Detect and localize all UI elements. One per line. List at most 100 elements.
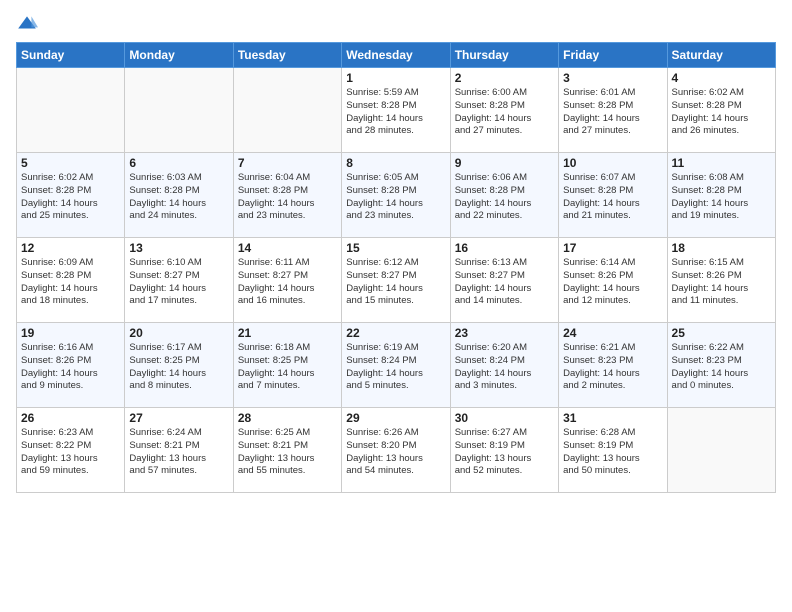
day-info: Sunrise: 6:21 AMSunset: 8:23 PMDaylight:… (563, 342, 662, 393)
week-row: 12 Sunrise: 6:09 AMSunset: 8:28 PMDayligh… (17, 238, 776, 323)
day-info: Sunrise: 6:09 AMSunset: 8:28 PMDaylight:… (21, 257, 120, 308)
day-number: 29 (346, 411, 445, 425)
header-day: Sunday (17, 43, 125, 68)
week-row: 26 Sunrise: 6:23 AMSunset: 8:22 PMDayligh… (17, 408, 776, 493)
header-day: Wednesday (342, 43, 450, 68)
day-info: Sunrise: 6:13 AMSunset: 8:27 PMDaylight:… (455, 257, 554, 308)
day-cell: 20Sunrise: 6:17 AMSunset: 8:25 PMDayligh… (125, 323, 233, 408)
day-number: 26 (21, 411, 120, 425)
day-number: 7 (238, 156, 337, 170)
day-number: 3 (563, 71, 662, 85)
day-number: 19 (21, 326, 120, 340)
day-number: 10 (563, 156, 662, 170)
day-info: Sunrise: 6:02 AMSunset: 8:28 PMDaylight:… (21, 172, 120, 223)
day-cell: 21 Sunrise: 6:18 AMSunset: 8:25 PMDayligh… (233, 323, 341, 408)
day-cell: 14 Sunrise: 6:11 AMSunset: 8:27 PMDayligh… (233, 238, 341, 323)
day-cell: 19 Sunrise: 6:16 AMSunset: 8:26 PMDayligh… (17, 323, 125, 408)
day-number: 22 (346, 326, 445, 340)
week-row: 19 Sunrise: 6:16 AMSunset: 8:26 PMDayligh… (17, 323, 776, 408)
day-cell: 29 Sunrise: 6:26 AMSunset: 8:20 PMDayligh… (342, 408, 450, 493)
header-row: SundayMondayTuesdayWednesdayThursdayFrid… (17, 43, 776, 68)
day-cell: 23Sunrise: 6:20 AMSunset: 8:24 PMDayligh… (450, 323, 558, 408)
day-info: Sunrise: 6:01 AMSunset: 8:28 PMDaylight:… (563, 87, 662, 138)
header-day: Saturday (667, 43, 775, 68)
day-number: 17 (563, 241, 662, 255)
day-cell: 8 Sunrise: 6:05 AMSunset: 8:28 PMDaylight… (342, 153, 450, 238)
day-cell: 13 Sunrise: 6:10 AMSunset: 8:27 PMDayligh… (125, 238, 233, 323)
day-number: 8 (346, 156, 445, 170)
day-number: 6 (129, 156, 228, 170)
day-number: 1 (346, 71, 445, 85)
day-info: Sunrise: 6:24 AMSunset: 8:21 PMDaylight:… (129, 427, 228, 478)
day-number: 21 (238, 326, 337, 340)
day-cell: 25 Sunrise: 6:22 AMSunset: 8:23 PMDayligh… (667, 323, 775, 408)
day-info: Sunrise: 6:18 AMSunset: 8:25 PMDaylight:… (238, 342, 337, 393)
day-number: 5 (21, 156, 120, 170)
day-cell: 31Sunrise: 6:28 AMSunset: 8:19 PMDayligh… (559, 408, 667, 493)
day-number: 14 (238, 241, 337, 255)
day-number: 20 (129, 326, 228, 340)
calendar: SundayMondayTuesdayWednesdayThursdayFrid… (16, 42, 776, 493)
day-info: Sunrise: 6:02 AMSunset: 8:28 PMDaylight:… (672, 87, 771, 138)
day-number: 9 (455, 156, 554, 170)
day-info: Sunrise: 6:05 AMSunset: 8:28 PMDaylight:… (346, 172, 445, 223)
day-number: 30 (455, 411, 554, 425)
header-day: Thursday (450, 43, 558, 68)
day-info: Sunrise: 6:22 AMSunset: 8:23 PMDaylight:… (672, 342, 771, 393)
day-number: 4 (672, 71, 771, 85)
day-cell: 3 Sunrise: 6:01 AMSunset: 8:28 PMDaylight… (559, 68, 667, 153)
day-number: 25 (672, 326, 771, 340)
day-number: 15 (346, 241, 445, 255)
day-info: Sunrise: 6:16 AMSunset: 8:26 PMDaylight:… (21, 342, 120, 393)
day-cell: 22 Sunrise: 6:19 AMSunset: 8:24 PMDayligh… (342, 323, 450, 408)
day-info: Sunrise: 5:59 AMSunset: 8:28 PMDaylight:… (346, 87, 445, 138)
day-info: Sunrise: 6:23 AMSunset: 8:22 PMDaylight:… (21, 427, 120, 478)
day-info: Sunrise: 6:00 AMSunset: 8:28 PMDaylight:… (455, 87, 554, 138)
day-cell: 18Sunrise: 6:15 AMSunset: 8:26 PMDayligh… (667, 238, 775, 323)
day-number: 27 (129, 411, 228, 425)
week-row: 5 Sunrise: 6:02 AMSunset: 8:28 PMDaylight… (17, 153, 776, 238)
day-cell: 24Sunrise: 6:21 AMSunset: 8:23 PMDayligh… (559, 323, 667, 408)
header (16, 12, 776, 34)
header-day: Monday (125, 43, 233, 68)
day-info: Sunrise: 6:15 AMSunset: 8:26 PMDaylight:… (672, 257, 771, 308)
day-info: Sunrise: 6:27 AMSunset: 8:19 PMDaylight:… (455, 427, 554, 478)
day-info: Sunrise: 6:10 AMSunset: 8:27 PMDaylight:… (129, 257, 228, 308)
day-number: 16 (455, 241, 554, 255)
day-cell: 1 Sunrise: 5:59 AMSunset: 8:28 PMDaylight… (342, 68, 450, 153)
day-cell (17, 68, 125, 153)
day-number: 23 (455, 326, 554, 340)
day-info: Sunrise: 6:11 AMSunset: 8:27 PMDaylight:… (238, 257, 337, 308)
day-info: Sunrise: 6:08 AMSunset: 8:28 PMDaylight:… (672, 172, 771, 223)
day-cell: 11 Sunrise: 6:08 AMSunset: 8:28 PMDayligh… (667, 153, 775, 238)
day-cell: 15 Sunrise: 6:12 AMSunset: 8:27 PMDayligh… (342, 238, 450, 323)
day-number: 11 (672, 156, 771, 170)
day-info: Sunrise: 6:07 AMSunset: 8:28 PMDaylight:… (563, 172, 662, 223)
day-cell: 9Sunrise: 6:06 AMSunset: 8:28 PMDaylight… (450, 153, 558, 238)
day-number: 31 (563, 411, 662, 425)
day-cell: 30 Sunrise: 6:27 AMSunset: 8:19 PMDayligh… (450, 408, 558, 493)
week-row: 1 Sunrise: 5:59 AMSunset: 8:28 PMDaylight… (17, 68, 776, 153)
day-info: Sunrise: 6:26 AMSunset: 8:20 PMDaylight:… (346, 427, 445, 478)
day-cell: 26 Sunrise: 6:23 AMSunset: 8:22 PMDayligh… (17, 408, 125, 493)
day-cell: 12 Sunrise: 6:09 AMSunset: 8:28 PMDayligh… (17, 238, 125, 323)
day-info: Sunrise: 6:19 AMSunset: 8:24 PMDaylight:… (346, 342, 445, 393)
day-number: 2 (455, 71, 554, 85)
day-cell: 2 Sunrise: 6:00 AMSunset: 8:28 PMDaylight… (450, 68, 558, 153)
day-info: Sunrise: 6:12 AMSunset: 8:27 PMDaylight:… (346, 257, 445, 308)
page: SundayMondayTuesdayWednesdayThursdayFrid… (0, 0, 792, 612)
day-cell (233, 68, 341, 153)
day-info: Sunrise: 6:25 AMSunset: 8:21 PMDaylight:… (238, 427, 337, 478)
day-cell: 5 Sunrise: 6:02 AMSunset: 8:28 PMDaylight… (17, 153, 125, 238)
day-number: 12 (21, 241, 120, 255)
day-info: Sunrise: 6:14 AMSunset: 8:26 PMDaylight:… (563, 257, 662, 308)
day-cell (667, 408, 775, 493)
day-cell: 10 Sunrise: 6:07 AMSunset: 8:28 PMDayligh… (559, 153, 667, 238)
day-cell: 28 Sunrise: 6:25 AMSunset: 8:21 PMDayligh… (233, 408, 341, 493)
day-info: Sunrise: 6:03 AMSunset: 8:28 PMDaylight:… (129, 172, 228, 223)
day-number: 13 (129, 241, 228, 255)
day-number: 28 (238, 411, 337, 425)
day-cell: 17 Sunrise: 6:14 AMSunset: 8:26 PMDayligh… (559, 238, 667, 323)
day-info: Sunrise: 6:04 AMSunset: 8:28 PMDaylight:… (238, 172, 337, 223)
logo (16, 12, 42, 34)
